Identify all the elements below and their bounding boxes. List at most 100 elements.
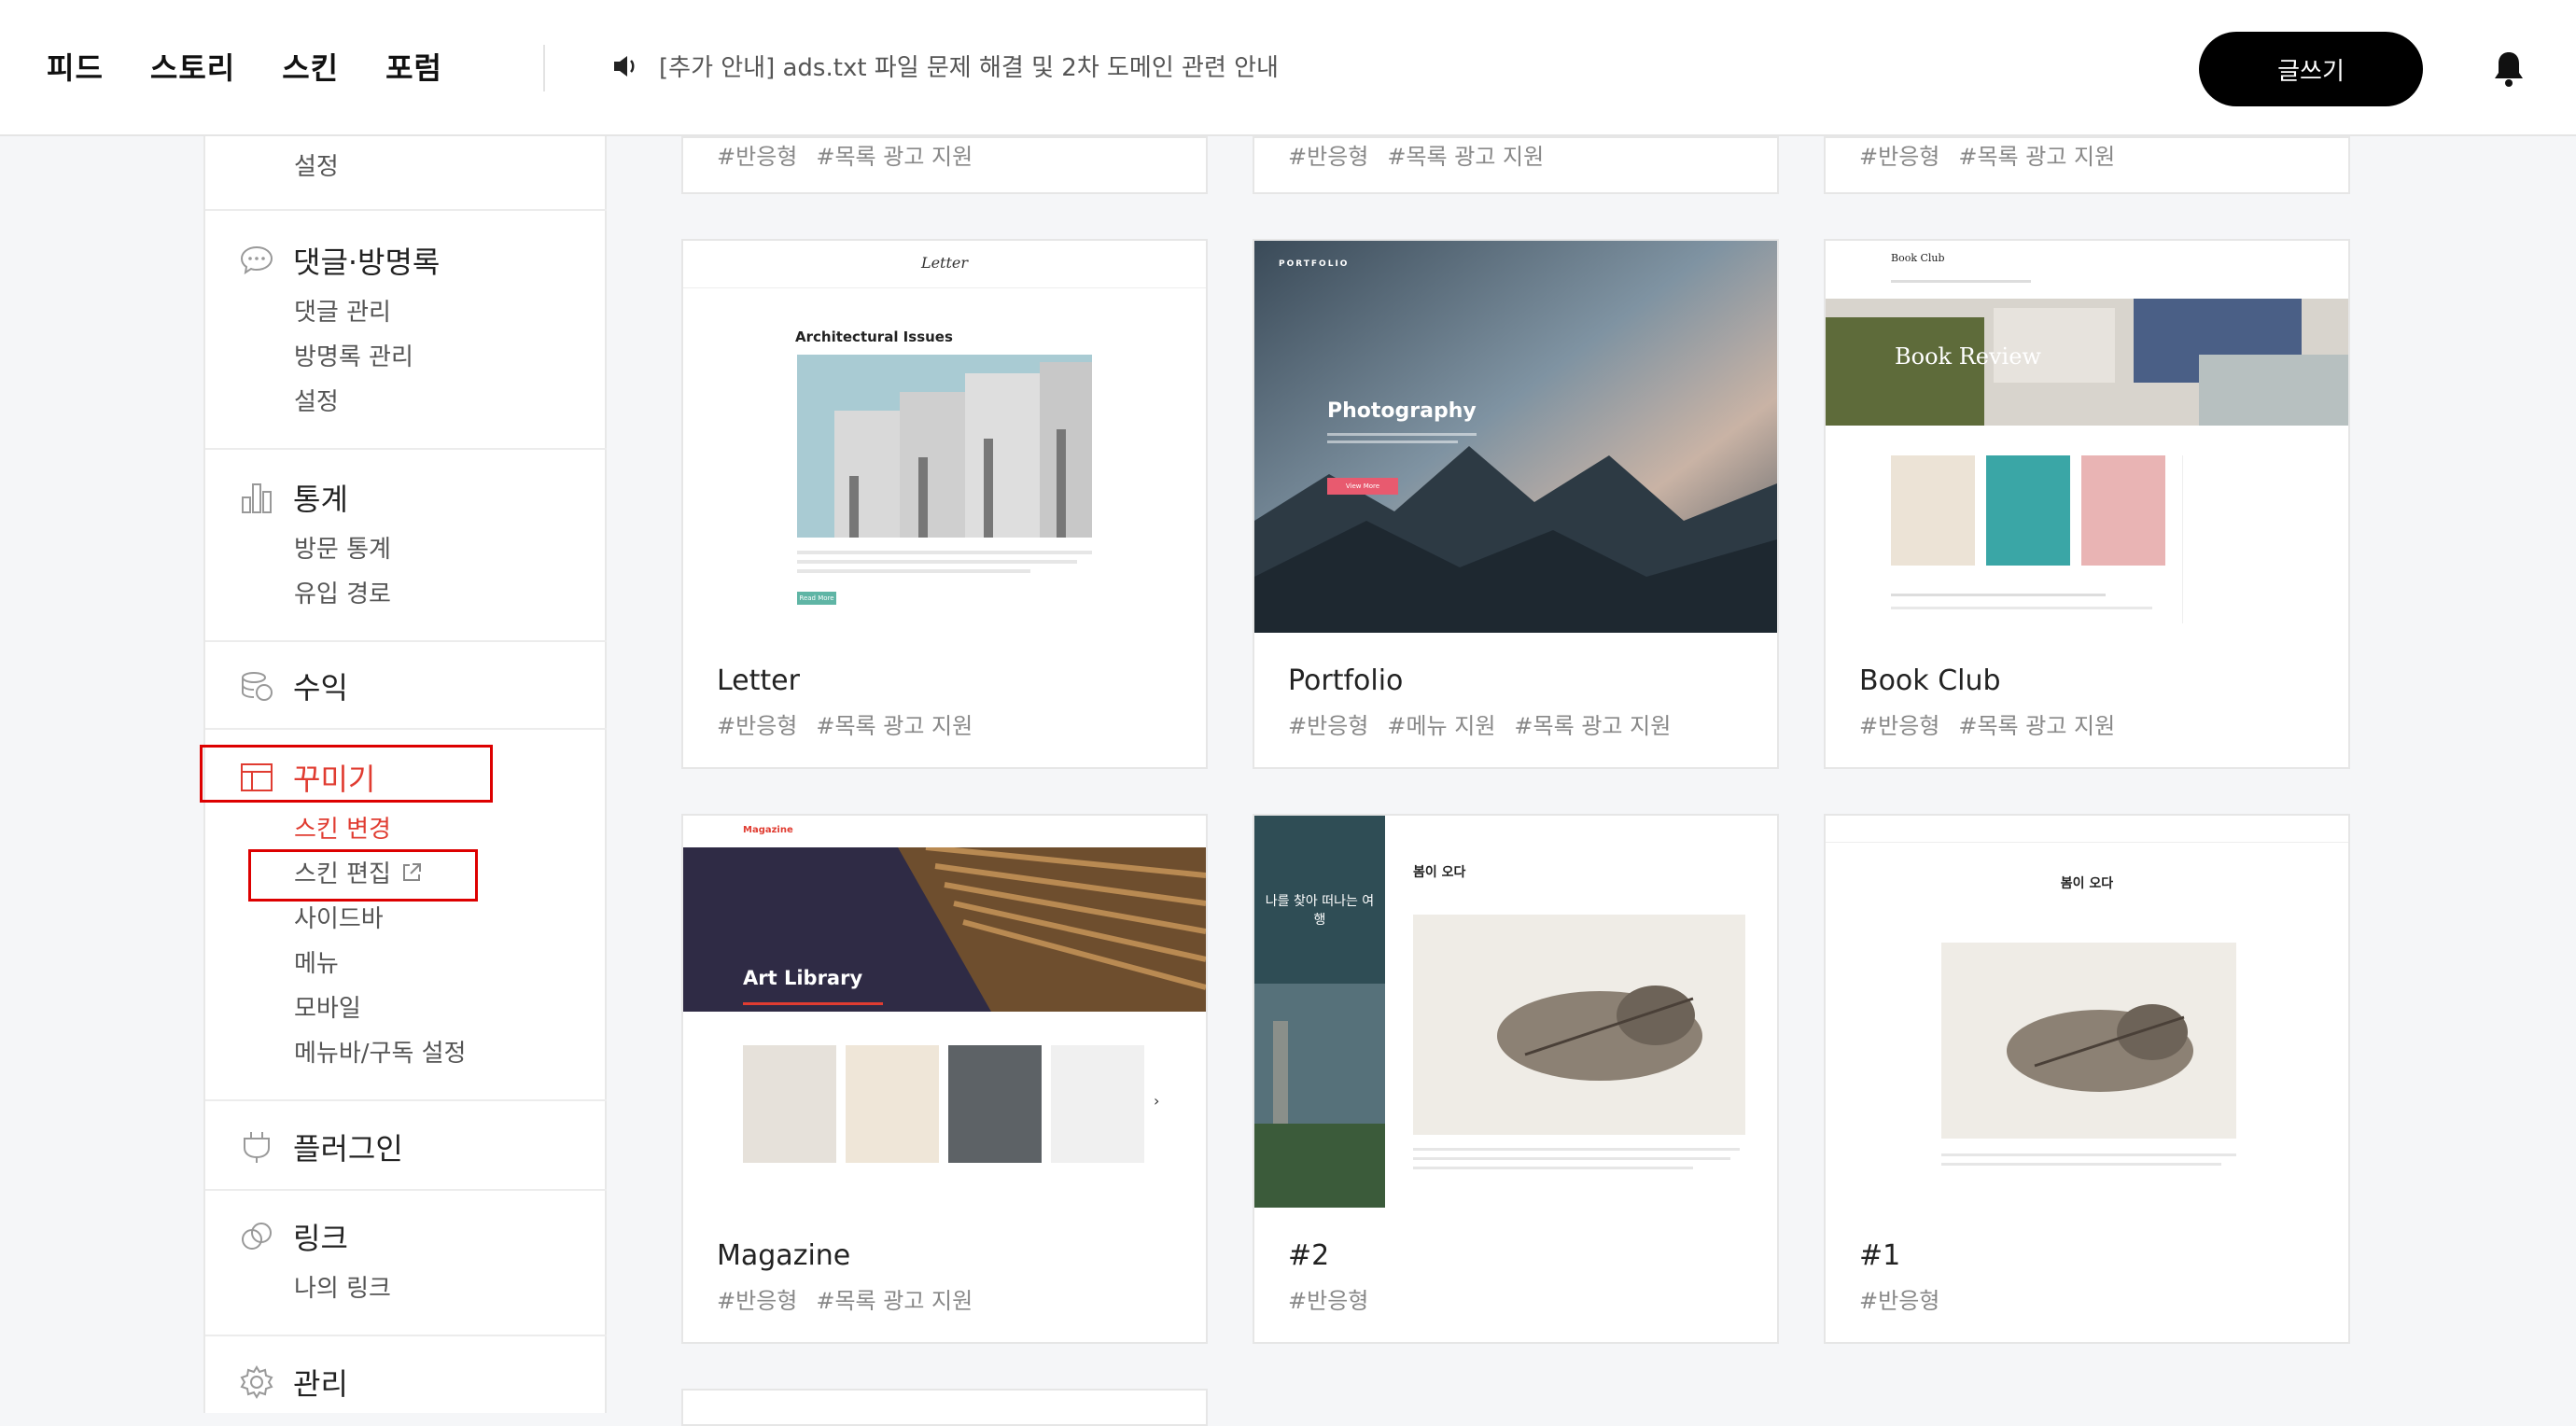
main-nav: 피드 스토리 스킨 포럼: [47, 45, 442, 88]
skin-preview-1: 봄이 오다: [1826, 816, 2348, 1208]
nav-story[interactable]: 스토리: [150, 45, 235, 88]
skin-card-partial[interactable]: #반응형 #목록 광고 지원: [681, 136, 1208, 194]
skin-card-2[interactable]: 나를 찾아 떠나는 여행 봄이 오다 #2 #반응형: [1253, 814, 1779, 1344]
preview-image-cat: [1941, 943, 2236, 1139]
card-title: Portfolio: [1288, 664, 1404, 697]
sidebar-section-link[interactable]: 링크: [239, 1215, 348, 1258]
card-tags: #반응형 #목록 광고 지원: [717, 713, 973, 739]
card-tags: #반응형 #목록 광고 지원: [1288, 144, 1545, 170]
highlight-box-decorate: [200, 745, 493, 803]
sidebar-item-visit-stats[interactable]: 방문 통계: [294, 530, 391, 565]
sidebar-section-title: 플러그인: [293, 1131, 403, 1167]
preview-image-mountains: [1254, 241, 1777, 633]
chevron-right-icon: ›: [1154, 1092, 1160, 1110]
preview-logo: PORTFOLIO: [1279, 259, 1350, 269]
card-title: Magazine: [717, 1239, 851, 1272]
card-tags: #반응형: [1859, 1288, 1940, 1314]
preview-banner: Book Review: [1895, 343, 2041, 370]
preview-post-title: Architectural Issues: [795, 329, 953, 345]
write-button[interactable]: 글쓰기: [2199, 32, 2423, 106]
divider: [205, 1189, 607, 1191]
sidebar-item-comment-manage[interactable]: 댓글 관리: [294, 293, 391, 328]
preview-banner: Art Library: [743, 967, 863, 989]
skin-card-bookclub[interactable]: Book Club Book Review Book Club #반응형 #목록 …: [1824, 239, 2350, 769]
skin-card-1[interactable]: 봄이 오다 #1 #반응형: [1824, 814, 2350, 1344]
bell-icon[interactable]: [2490, 49, 2527, 90]
skin-card-partial[interactable]: #반응형 #목록 광고 지원: [1253, 136, 1779, 194]
speaker-icon: [614, 55, 635, 77]
skin-preview-magazine: Magazine Art Library ›: [683, 816, 1206, 1208]
sidebar-section-manage[interactable]: 관리: [239, 1361, 348, 1404]
preview-image-sidebar-castle: [1254, 816, 1385, 1208]
skin-preview-2: 나를 찾아 떠나는 여행 봄이 오다: [1254, 816, 1777, 1208]
divider: [205, 448, 607, 450]
preview-read-more: Read More: [797, 592, 836, 605]
card-tags: #반응형 #목록 광고 지원: [717, 1288, 973, 1314]
preview-view-more: View More: [1327, 478, 1398, 495]
notice-banner[interactable]: [추가 안내] ads.txt 파일 문제 해결 및 2차 도메인 관련 안내: [610, 49, 1279, 83]
preview-post-title: 봄이 오다: [2060, 876, 2114, 891]
skin-card-letter[interactable]: Letter Architectural Issues Read More Le…: [681, 239, 1208, 769]
comment-icon: [240, 245, 273, 275]
divider: [205, 640, 607, 642]
card-title: #1: [1859, 1239, 1901, 1272]
skin-preview-bookclub: Book Club Book Review: [1826, 241, 2348, 633]
sidebar-item-mobile[interactable]: 모바일: [294, 989, 361, 1024]
skin-card-partial[interactable]: [681, 1389, 1208, 1426]
sidebar-section-title: 링크: [293, 1221, 348, 1256]
sidebar-item-menu[interactable]: 메뉴: [294, 944, 339, 979]
nav-forum[interactable]: 포럼: [385, 45, 442, 88]
preview-side-title: 나를 찾아 떠나는 여행: [1265, 894, 1375, 928]
skin-preview-letter: Letter Architectural Issues Read More: [683, 241, 1206, 633]
top-navigation-bar: 피드 스토리 스킨 포럼 [추가 안내] ads.txt 파일 문제 해결 및 …: [0, 0, 2576, 136]
card-tags: #반응형 #목록 광고 지원: [1859, 713, 2116, 739]
card-title: #2: [1288, 1239, 1330, 1272]
divider: [205, 1099, 607, 1101]
skin-card-partial[interactable]: #반응형 #목록 광고 지원: [1824, 136, 2350, 194]
highlight-box-skin-edit: [248, 849, 478, 902]
skin-card-portfolio[interactable]: PORTFOLIO Photography View More Portfoli…: [1253, 239, 1779, 769]
sidebar-item-comment-setting[interactable]: 설정: [294, 383, 339, 417]
preview-logo: Magazine: [743, 825, 793, 835]
sidebar-section-stats[interactable]: 통계: [239, 476, 348, 519]
preview-post-title: 봄이 오다: [1413, 865, 1466, 880]
sidebar-section-revenue[interactable]: 수익: [239, 664, 348, 707]
card-title: Letter: [717, 664, 800, 697]
sidebar-item-my-link[interactable]: 나의 링크: [294, 1269, 391, 1304]
preview-logo: Letter: [920, 254, 969, 272]
gear-icon: [240, 1365, 273, 1399]
nav-skin[interactable]: 스킨: [282, 45, 339, 88]
divider: [205, 728, 607, 730]
divider: [205, 1335, 607, 1336]
card-tags: #반응형 #메뉴 지원 #목록 광고 지원: [1288, 713, 1672, 739]
plug-icon: [244, 1132, 270, 1163]
preview-logo: Book Club: [1891, 252, 1945, 264]
sidebar-section-title: 관리: [293, 1366, 348, 1402]
sidebar-item-sidebar[interactable]: 사이드바: [294, 900, 384, 934]
card-title: Book Club: [1859, 664, 2001, 697]
notice-text[interactable]: [추가 안내] ads.txt 파일 문제 해결 및 2차 도메인 관련 안내: [659, 49, 1279, 83]
sidebar-section-title: 통계: [293, 482, 348, 517]
card-tags: #반응형 #목록 광고 지원: [717, 144, 973, 170]
nav-divider: [543, 45, 545, 91]
sidebar-item-referrer[interactable]: 유입 경로: [294, 575, 391, 609]
skin-preview-portfolio: PORTFOLIO Photography View More: [1254, 241, 1777, 633]
sidebar-section-plugin[interactable]: 플러그인: [239, 1125, 403, 1168]
sidebar-item-guestbook-manage[interactable]: 방명록 관리: [294, 338, 413, 372]
sidebar-item-top-setting[interactable]: 설정: [294, 147, 339, 182]
sidebar-item-menubar-subscribe[interactable]: 메뉴바/구독 설정: [294, 1034, 466, 1069]
card-tags: #반응형: [1288, 1288, 1369, 1314]
sidebar-item-skin-change[interactable]: 스킨 변경: [294, 810, 391, 845]
preview-image-building: [797, 355, 1092, 538]
preview-image-cat: [1413, 915, 1745, 1135]
skin-card-magazine[interactable]: Magazine Art Library › Magazine #반응형 #목록 …: [681, 814, 1208, 1344]
preview-headline: Photography: [1327, 399, 1477, 423]
coins-icon: [242, 672, 273, 701]
card-tags: #반응형 #목록 광고 지원: [1859, 144, 2116, 170]
sidebar-section-title: 수익: [293, 670, 348, 706]
divider: [205, 209, 607, 211]
nav-feed[interactable]: 피드: [47, 45, 104, 88]
bar-chart-icon: [242, 483, 272, 513]
link-icon: [242, 1223, 272, 1250]
sidebar-section-comments[interactable]: 댓글·방명록: [239, 239, 440, 282]
